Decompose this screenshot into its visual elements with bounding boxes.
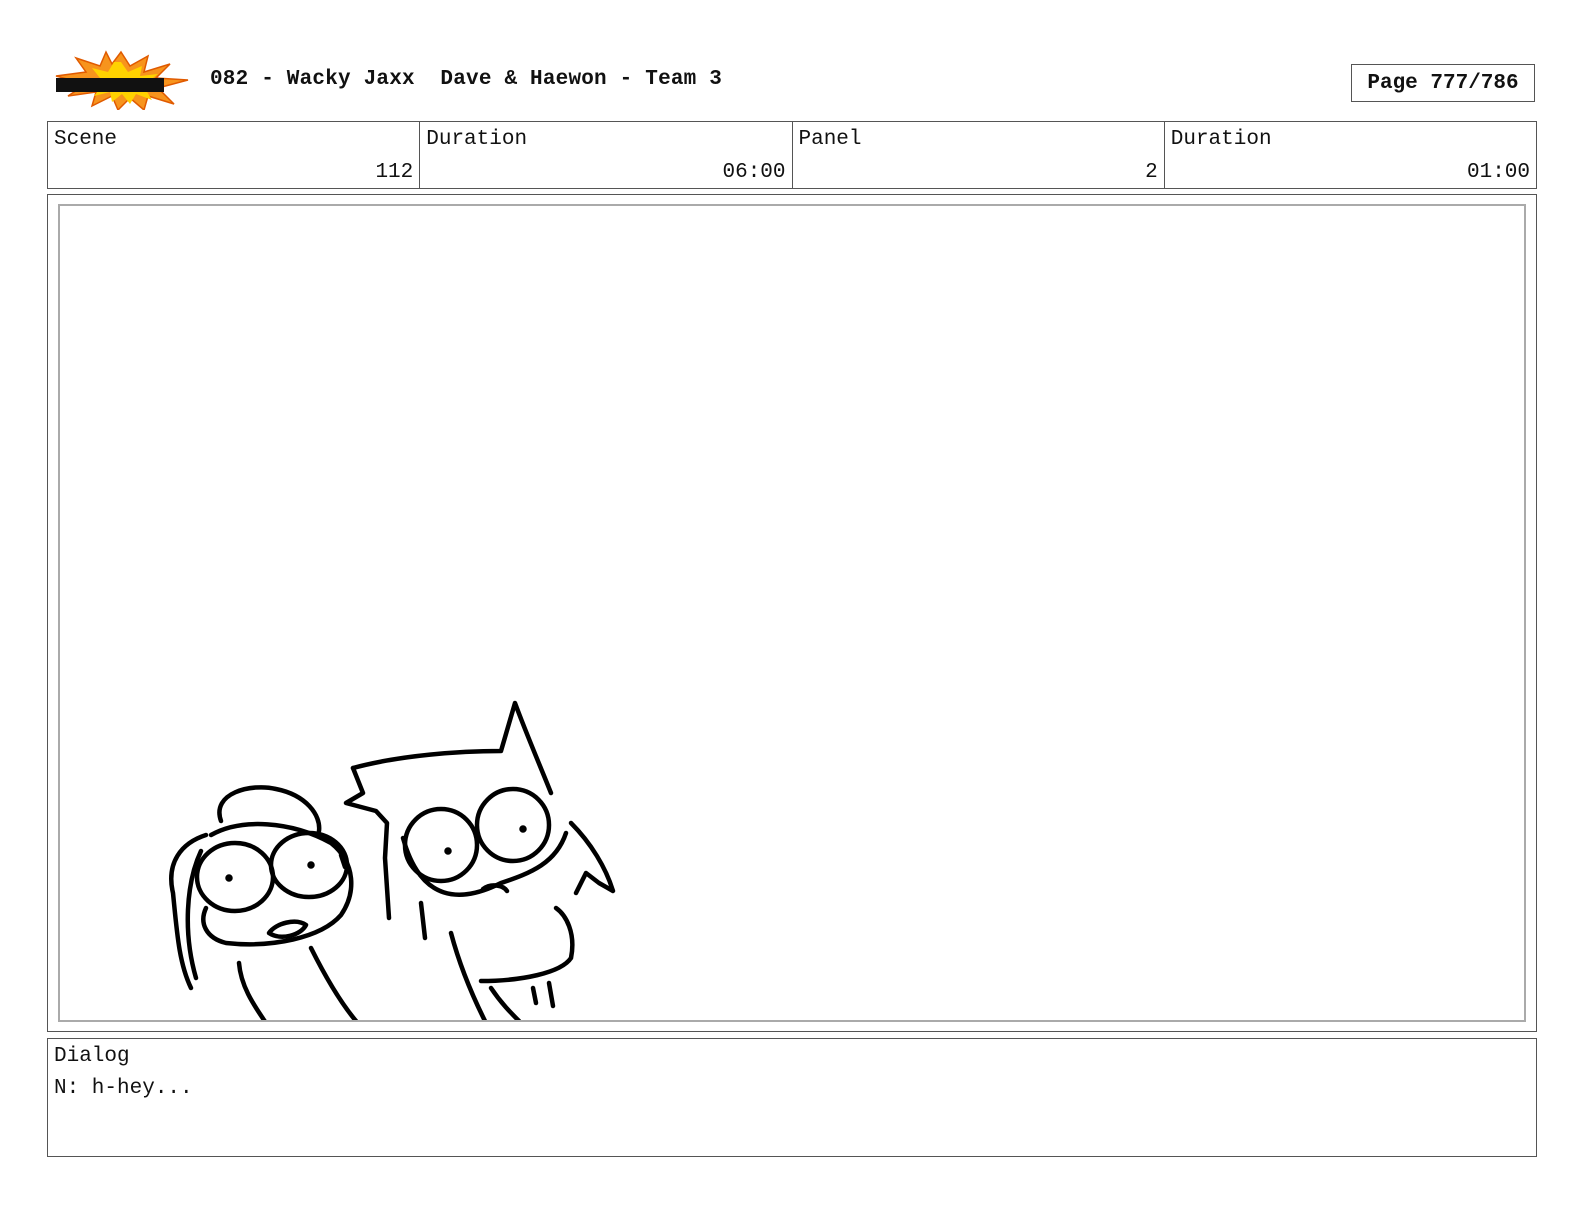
panel-label: Panel — [798, 128, 862, 151]
dialog-box: Dialog N: h-hey... — [47, 1038, 1537, 1157]
page-number: Page 777/786 — [1351, 64, 1535, 102]
panel-value: 2 — [1145, 161, 1158, 184]
storyboard-panel — [58, 204, 1526, 1022]
panel-duration-cell: Duration 01:00 — [1165, 122, 1536, 188]
scene-cell: Scene 112 — [48, 122, 421, 188]
sketch-character-right — [343, 700, 616, 1020]
dialog-label: Dialog — [54, 1045, 130, 1068]
scene-duration-cell: Duration 06:00 — [420, 122, 793, 188]
panel-duration-label: Duration — [1170, 128, 1272, 151]
scene-label: Scene — [54, 128, 118, 151]
storyboard-panel-frame — [47, 194, 1537, 1032]
sketch-character-left — [169, 785, 359, 1020]
scene-value: 112 — [375, 161, 414, 184]
storyboard-title: 082 - Wacky Jaxx Dave & Haewon - Team 3 — [210, 68, 723, 91]
panel-duration-value: 01:00 — [1466, 161, 1530, 184]
panel-cell: Panel 2 — [793, 122, 1165, 188]
info-table: Scene 112 Duration 06:00 Panel 2 Duratio… — [47, 121, 1537, 189]
scene-duration-value: 06:00 — [722, 161, 786, 184]
dialog-text: N: h-hey... — [54, 1077, 193, 1100]
scene-duration-label: Duration — [426, 128, 528, 151]
toon-boom-logo — [52, 50, 190, 112]
panel-sketch — [169, 700, 616, 1020]
